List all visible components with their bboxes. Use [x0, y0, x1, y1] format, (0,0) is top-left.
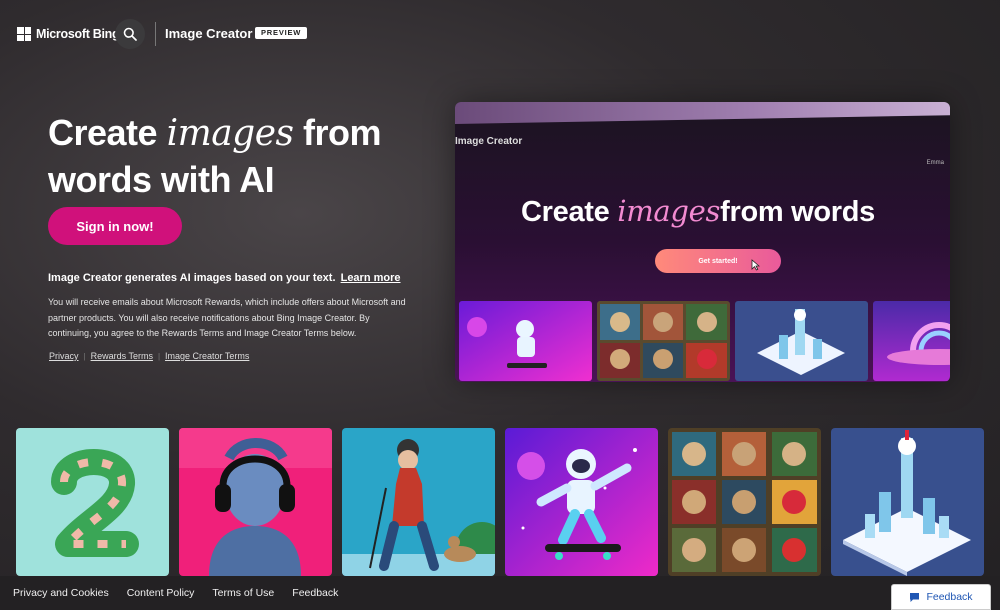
gallery-item-number-two[interactable] — [16, 428, 169, 576]
preview-headline-post: from words — [720, 196, 876, 228]
product-preview-image: Image Creator Emma Create imagesfrom wor… — [455, 102, 950, 382]
gallery-item-portrait-grid[interactable] — [668, 428, 821, 576]
app-title[interactable]: Image Creator — [165, 26, 252, 41]
footer-terms-of-use-link[interactable]: Terms of Use — [212, 587, 274, 599]
feedback-button[interactable]: Feedback — [891, 584, 991, 610]
chat-bubble-icon — [910, 592, 920, 602]
sign-in-button[interactable]: Sign in now! — [48, 207, 182, 245]
lead-text: Image Creator generates AI images based … — [48, 272, 336, 284]
preview-frame-top — [455, 102, 950, 124]
sample-gallery — [16, 428, 984, 576]
learn-more-link[interactable]: Learn more — [341, 272, 401, 284]
hero-title-emphasis: images — [166, 113, 294, 154]
rewards-notice: You will receive emails about Microsoft … — [48, 297, 406, 338]
preview-get-started-button: Get started! — [655, 249, 781, 273]
preview-badge: PREVIEW — [255, 27, 308, 39]
cursor-icon — [751, 259, 760, 271]
preview-thumb-city — [735, 301, 868, 381]
preview-thumb-rainbow — [873, 301, 950, 381]
gallery-item-astronaut-skateboard[interactable] — [505, 428, 658, 576]
search-button[interactable] — [115, 19, 145, 49]
preview-headline-emphasis: images — [617, 194, 721, 228]
preview-app-title: Image Creator — [455, 136, 523, 147]
top-header: Microsoft Bing Image Creator PREVIEW — [0, 0, 1000, 66]
preview-thumb-astronaut — [459, 301, 592, 381]
brand-name: Microsoft Bing — [36, 27, 120, 41]
hero-title-pre: Create — [48, 112, 167, 153]
feedback-button-label: Feedback — [926, 591, 973, 603]
legal-links: Privacy | Rewards Terms | Image Creator … — [49, 351, 249, 361]
preview-headline-pre: Create — [521, 196, 618, 228]
hero-lead: Image Creator generates AI images based … — [48, 272, 401, 284]
footer-content-policy-link[interactable]: Content Policy — [127, 587, 195, 599]
preview-headline: Create imagesfrom words — [521, 194, 875, 229]
footer-privacy-cookies-link[interactable]: Privacy and Cookies — [13, 587, 109, 599]
image-creator-terms-link[interactable]: Image Creator Terms — [165, 351, 249, 361]
link-separator: | — [157, 351, 161, 361]
preview-user-name: Emma — [926, 160, 944, 166]
microsoft-logo-icon — [17, 27, 31, 41]
rewards-terms-link[interactable]: Rewards Terms — [91, 351, 153, 361]
footer-feedback-link[interactable]: Feedback — [292, 587, 338, 599]
microsoft-bing-logo[interactable]: Microsoft Bing — [17, 27, 120, 41]
gallery-item-old-man-dog[interactable] — [342, 428, 495, 576]
link-separator: | — [83, 351, 86, 361]
gallery-item-statue-headphones[interactable] — [179, 428, 332, 576]
privacy-link[interactable]: Privacy — [49, 351, 79, 361]
header-divider — [155, 22, 156, 46]
gallery-item-isometric-city[interactable] — [831, 428, 984, 576]
preview-thumb-portraits — [597, 301, 730, 381]
page-footer: Privacy and Cookies Content Policy Terms… — [0, 576, 1000, 610]
hero-title: Create images from words with AI — [48, 110, 428, 203]
search-icon — [123, 27, 137, 41]
preview-thumbnails — [459, 301, 950, 381]
